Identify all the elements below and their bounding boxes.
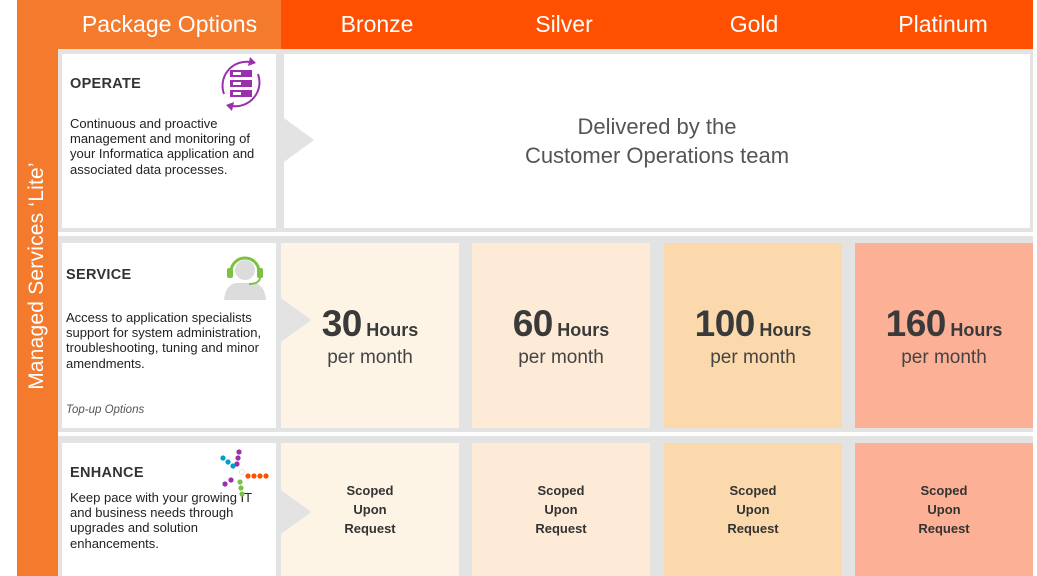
upon-line: Upon bbox=[544, 502, 578, 517]
service-arrow bbox=[281, 298, 311, 342]
delivery-line-1: Delivered by the bbox=[577, 114, 737, 139]
header-package-options: Package Options bbox=[58, 0, 281, 49]
operate-description: Continuous and proactive management and … bbox=[70, 116, 255, 177]
hours-unit: Hours bbox=[950, 319, 1003, 340]
service-topup-note: Top-up Options bbox=[66, 404, 145, 416]
hours-value: 30 bbox=[321, 302, 363, 344]
request-line: Request bbox=[344, 521, 396, 536]
hours-unit: Hours bbox=[759, 319, 812, 340]
hours-unit: Hours bbox=[366, 319, 419, 340]
service-cell-silver: 60 Hours per month bbox=[472, 243, 650, 428]
enhance-cell-silver: Scoped Upon Request bbox=[472, 443, 650, 576]
upon-line: Upon bbox=[736, 502, 770, 517]
request-line: Request bbox=[727, 521, 779, 536]
service-cell-gold: 100 Hours per month bbox=[664, 243, 842, 428]
request-line: Request bbox=[918, 521, 970, 536]
scoped-line: Scoped bbox=[729, 483, 777, 498]
hours-period: per month bbox=[710, 346, 796, 368]
enhance-arrow bbox=[281, 490, 311, 534]
hours-period: per month bbox=[901, 346, 987, 368]
upon-line: Upon bbox=[353, 502, 387, 517]
request-line: Request bbox=[535, 521, 587, 536]
scoped-line: Scoped bbox=[346, 483, 394, 498]
scoped-line: Scoped bbox=[920, 483, 968, 498]
service-cell-platinum: 160 Hours per month bbox=[855, 243, 1033, 428]
operate-title: OPERATE bbox=[70, 76, 142, 92]
delivery-line-2: Customer Operations team bbox=[524, 143, 790, 168]
dots-burst-icon bbox=[218, 448, 270, 498]
hours-period: per month bbox=[518, 346, 604, 368]
operate-arrow-pointer bbox=[284, 118, 314, 162]
enhance-cell-gold: Scoped Upon Request bbox=[664, 443, 842, 576]
service-description: Access to application specialists suppor… bbox=[66, 310, 262, 371]
server-cycle-icon bbox=[210, 56, 272, 112]
tier-header-bronze: Bronze bbox=[340, 11, 414, 37]
hours-value: 60 bbox=[512, 302, 554, 344]
headset-support-icon bbox=[221, 250, 269, 300]
tier-header-platinum: Platinum bbox=[898, 11, 988, 37]
enhance-cell-platinum: Scoped Upon Request bbox=[855, 443, 1033, 576]
enhance-title: ENHANCE bbox=[70, 465, 144, 481]
scoped-line: Scoped bbox=[537, 483, 585, 498]
tier-header-gold: Gold bbox=[729, 11, 779, 37]
operate-delivery-panel: Delivered by the Customer Operations tea… bbox=[284, 54, 1030, 228]
hours-period: per month bbox=[327, 346, 413, 368]
enhance-description: Keep pace with your growing IT and busin… bbox=[70, 490, 252, 551]
hours-value: 160 bbox=[885, 302, 947, 344]
side-label: Managed Services ‘Lite’ bbox=[25, 162, 48, 390]
service-title: SERVICE bbox=[66, 267, 132, 283]
hours-value: 100 bbox=[694, 302, 756, 344]
hours-unit: Hours bbox=[557, 319, 610, 340]
tier-header-silver: Silver bbox=[535, 11, 593, 37]
upon-line: Upon bbox=[927, 502, 961, 517]
